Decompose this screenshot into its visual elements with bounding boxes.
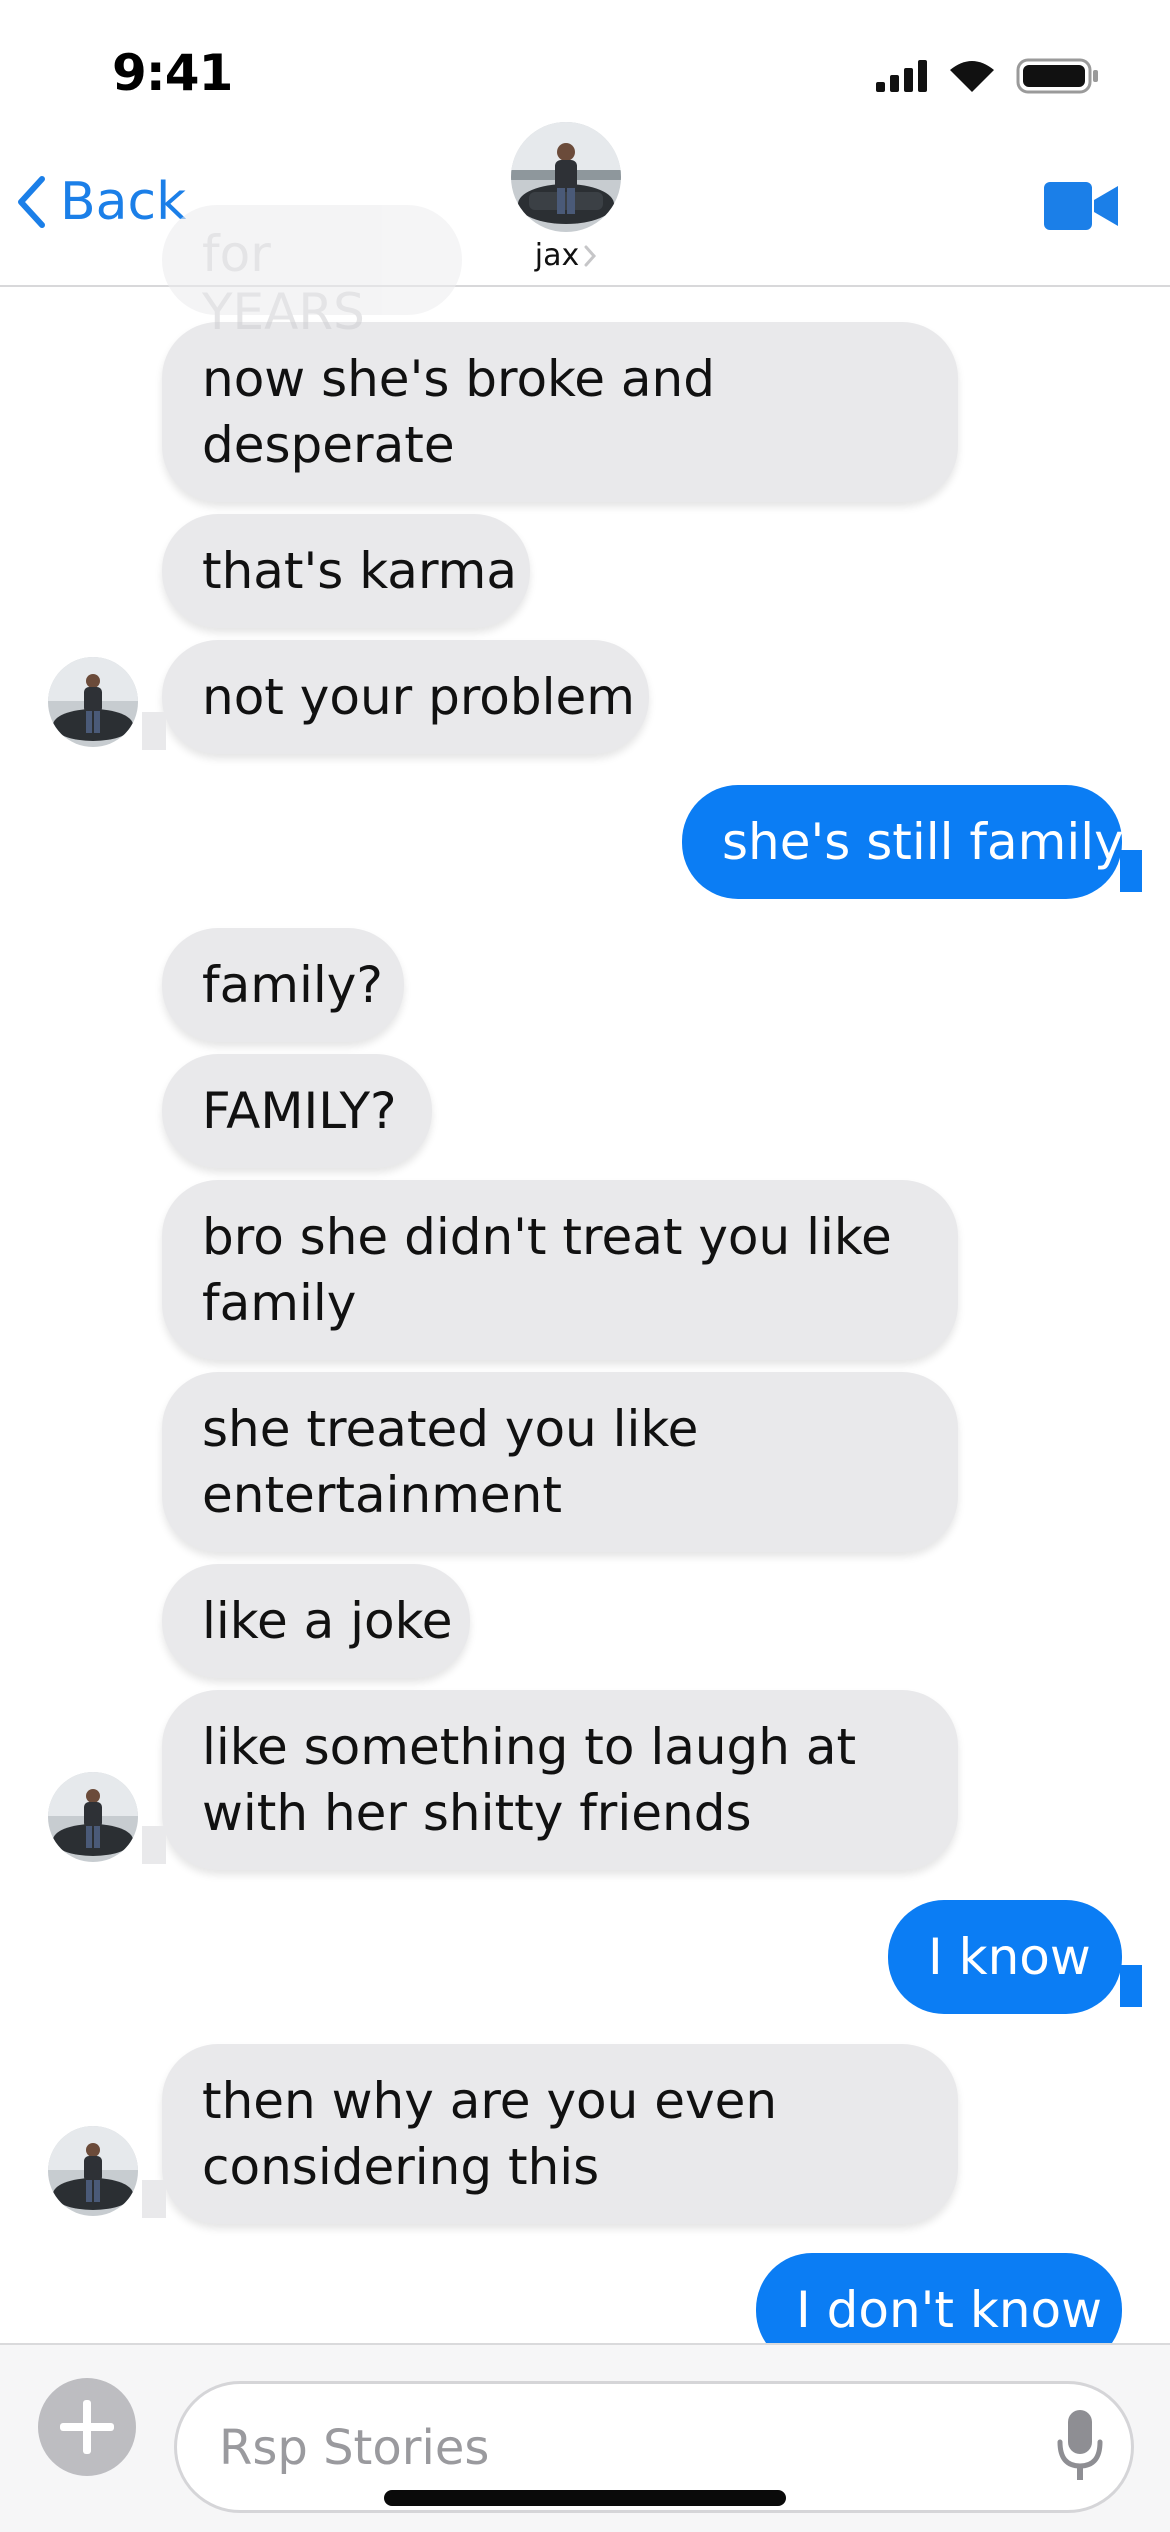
battery-icon <box>1016 58 1098 94</box>
message-bubble-outgoing: I know <box>888 1900 1122 2014</box>
status-icons <box>876 58 1100 94</box>
bubble-tail <box>142 712 166 750</box>
contact-info-button[interactable]: jax <box>510 122 622 273</box>
plus-icon <box>60 2400 114 2454</box>
contact-name: jax <box>534 238 580 273</box>
contact-name-row: jax <box>510 238 622 273</box>
sender-avatar <box>48 1772 138 1862</box>
home-indicator[interactable] <box>384 2490 786 2506</box>
message-bubble-incoming: like something to laugh at with her shitt… <box>162 1690 958 1870</box>
video-call-button[interactable] <box>1044 182 1118 234</box>
contact-avatar <box>511 122 621 232</box>
chat-screen: 9:41 Back jax for YEARS now she's broke … <box>0 0 1170 2532</box>
back-button[interactable]: Back <box>16 172 186 232</box>
message-bubble-incoming: bro she didn't treat you like family <box>162 1180 958 1360</box>
message-bubble-incoming: family? <box>162 928 404 1042</box>
message-bubble-incoming: FAMILY? <box>162 1054 432 1168</box>
chevron-right-icon <box>584 245 597 266</box>
microphone-icon <box>1057 2410 1103 2480</box>
bubble-tail <box>142 2180 166 2218</box>
message-bubble-incoming: like a joke <box>162 1564 470 1678</box>
sender-avatar <box>48 657 138 747</box>
message-bubble-incoming: not your problem <box>162 640 649 754</box>
message-bubble-outgoing: she's still family <box>682 785 1124 899</box>
status-time: 9:41 <box>112 44 233 102</box>
chevron-left-icon <box>18 176 45 228</box>
dictation-button[interactable] <box>1055 2406 1105 2492</box>
add-attachment-button[interactable] <box>38 2378 136 2476</box>
bubble-tail <box>1120 850 1142 892</box>
sender-avatar <box>48 2126 138 2216</box>
message-bubble-incoming: for YEARS <box>162 205 462 341</box>
back-label: Back <box>60 172 187 232</box>
cellular-signal-icon <box>876 60 927 92</box>
wifi-icon <box>950 61 994 92</box>
message-bubble-incoming: she treated you like entertainment <box>162 1372 958 1552</box>
message-bubble-incoming: then why are you even considering this <box>162 2044 958 2224</box>
bubble-tail <box>142 1826 166 1864</box>
message-input[interactable] <box>217 2412 1001 2484</box>
video-camera-icon <box>1044 182 1118 230</box>
message-bubble-incoming: that's karma <box>162 514 530 628</box>
message-bubble-incoming: now she's broke and desperate <box>162 322 958 502</box>
bubble-tail <box>1120 1965 1142 2007</box>
